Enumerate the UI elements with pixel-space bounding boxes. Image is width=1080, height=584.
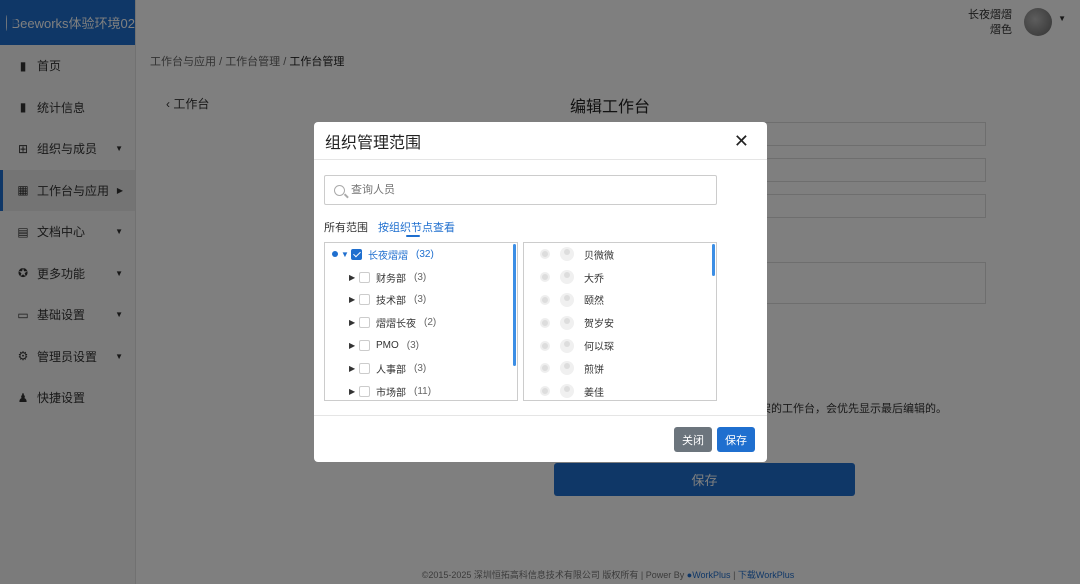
member-radio[interactable]	[540, 249, 550, 260]
tree-node-count: (3)	[414, 294, 427, 306]
tree-node-name: 技术部	[376, 296, 406, 308]
tree-root-count: (32)	[416, 248, 434, 260]
search-input[interactable]	[351, 184, 651, 196]
member-row[interactable]: 颐然	[524, 289, 716, 312]
member-row[interactable]: 贺岁安	[524, 311, 716, 334]
member-row[interactable]: 姜佳	[524, 380, 716, 400]
avatar-icon	[560, 361, 574, 376]
tree-node[interactable]: ▶ 人事部 (3)	[325, 357, 517, 380]
member-name: 何以琛	[584, 342, 614, 354]
tree-root[interactable]: ▼ 长夜熠熠 (32)	[325, 243, 517, 266]
avatar-icon	[560, 247, 574, 262]
avatar-icon	[560, 270, 574, 285]
tree-node[interactable]: ▶ 熠熠长夜 (2)	[325, 311, 517, 334]
tree-node-name: 财务部	[376, 273, 406, 285]
member-row[interactable]: 大乔	[524, 266, 716, 289]
org-scope-dialog: 组织管理范围 ✕ 所有范围 按组织节点查看 ▼ 长夜熠熠 (32) ▶ 财务部 (3…	[314, 122, 767, 462]
org-tree-panel[interactable]: ▼ 长夜熠熠 (32) ▶ 财务部 (3) ▶ 技术部 (3) ▶ 熠熠长夜 (2) ▶ PMO (3…	[324, 242, 518, 401]
member-radio[interactable]	[540, 294, 550, 305]
close-button[interactable]: 关闭	[674, 427, 712, 452]
scope-tabs: 所有范围 按组织节点查看	[324, 219, 455, 237]
avatar-icon	[560, 338, 574, 353]
tree-node-count: (3)	[414, 271, 427, 283]
node-checkbox[interactable]	[359, 317, 370, 329]
caret-right-icon[interactable]: ▶	[349, 295, 359, 304]
caret-down-icon[interactable]: ▼	[341, 250, 351, 259]
tree-node[interactable]: ▶ 市场部 (11)	[325, 380, 517, 400]
dialog-title: 组织管理范围	[325, 134, 422, 152]
member-radio[interactable]	[540, 317, 550, 328]
node-checkbox[interactable]	[359, 385, 370, 397]
member-name: 贝微微	[584, 250, 614, 262]
member-radio[interactable]	[540, 340, 550, 351]
caret-right-icon[interactable]: ▶	[349, 318, 359, 327]
member-row[interactable]: 煎饼	[524, 357, 716, 380]
caret-right-icon[interactable]: ▶	[349, 387, 359, 396]
tree-node-name: PMO	[376, 340, 399, 352]
tree-node[interactable]: ▶ 技术部 (3)	[325, 289, 517, 312]
search-icon	[334, 184, 345, 196]
avatar-icon	[560, 315, 574, 330]
member-row[interactable]: 何以琛	[524, 334, 716, 357]
member-name: 贺岁安	[584, 319, 614, 331]
member-radio[interactable]	[540, 272, 550, 283]
members-panel[interactable]: 贝微微大乔颐然贺岁安何以琛煎饼姜佳	[523, 242, 717, 401]
tree-node-count: (2)	[424, 317, 437, 329]
tab-by-org-node[interactable]: 按组织节点查看	[378, 219, 455, 237]
avatar-icon	[560, 384, 574, 399]
member-row[interactable]: 贝微微	[524, 243, 716, 266]
caret-right-icon[interactable]: ▶	[349, 273, 359, 282]
save-button[interactable]: 保存	[717, 427, 755, 452]
dot-icon	[332, 251, 338, 258]
node-checkbox[interactable]	[359, 271, 370, 283]
root-checkbox[interactable]	[351, 248, 362, 260]
member-name: 煎饼	[584, 364, 604, 376]
tree-root-name: 长夜熠熠	[368, 250, 408, 262]
tree-node-name: 熠熠长夜	[376, 319, 416, 331]
node-checkbox[interactable]	[359, 340, 370, 352]
tree-node-name: 人事部	[376, 364, 406, 376]
tab-all-scope[interactable]: 所有范围	[324, 219, 368, 235]
search-box[interactable]	[324, 175, 717, 205]
member-radio[interactable]	[540, 363, 550, 374]
dialog-header: 组织管理范围 ✕	[314, 122, 767, 160]
member-name: 姜佳	[584, 387, 604, 399]
caret-right-icon[interactable]: ▶	[349, 364, 359, 373]
caret-right-icon[interactable]: ▶	[349, 341, 359, 350]
member-name: 大乔	[584, 273, 604, 285]
tree-node[interactable]: ▶ PMO (3)	[325, 334, 517, 357]
node-checkbox[interactable]	[359, 362, 370, 374]
tree-node[interactable]: ▶ 财务部 (3)	[325, 266, 517, 289]
node-checkbox[interactable]	[359, 294, 370, 306]
member-name: 颐然	[584, 296, 604, 308]
avatar-icon	[560, 292, 574, 307]
dialog-footer: 关闭 保存	[314, 415, 767, 462]
scrollbar[interactable]	[712, 244, 715, 276]
tree-node-count: (3)	[406, 340, 420, 352]
tree-node-name: 市场部	[376, 387, 406, 399]
close-icon[interactable]: ✕	[734, 132, 749, 150]
tree-node-count: (3)	[414, 362, 427, 374]
scrollbar[interactable]	[513, 244, 516, 366]
tree-node-count: (11)	[414, 385, 432, 397]
member-radio[interactable]	[540, 386, 550, 397]
